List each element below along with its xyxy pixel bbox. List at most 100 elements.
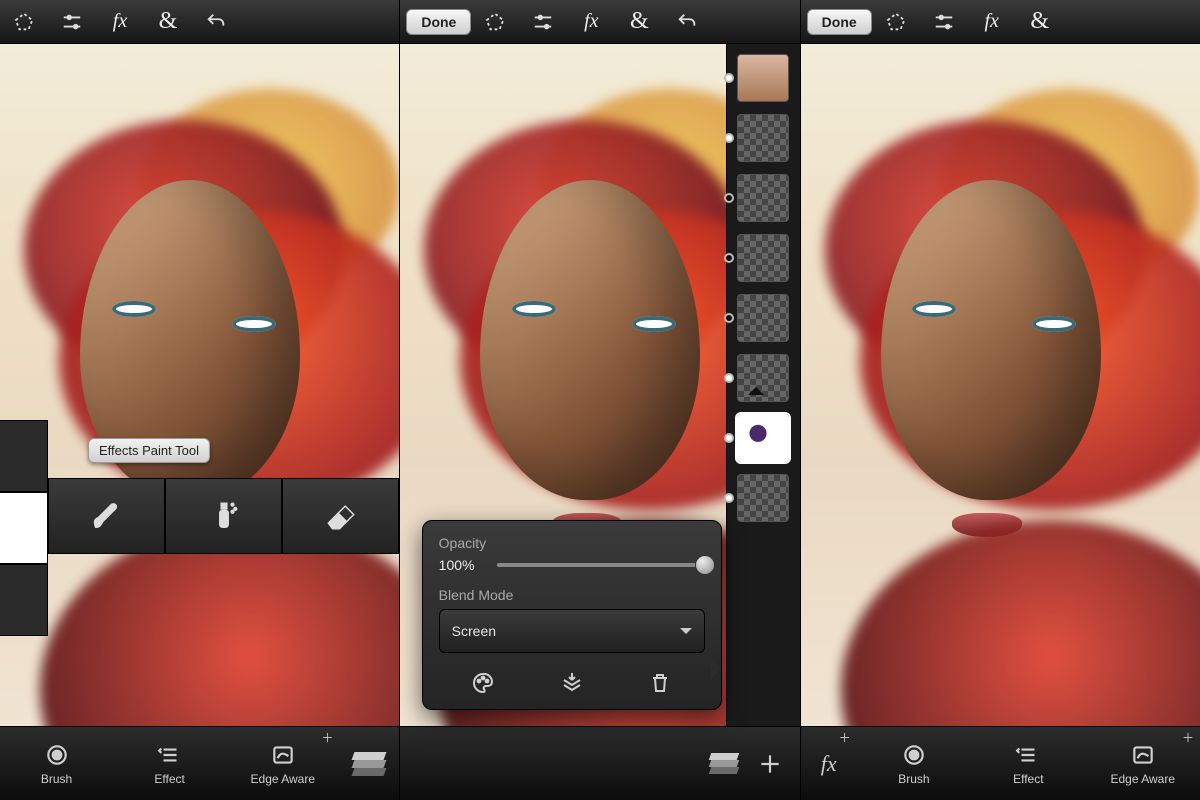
merge-down-icon	[560, 671, 584, 695]
app-screenshot-1: fx & Effects Paint Tool	[0, 0, 399, 800]
opacity-label: Opacity	[439, 535, 705, 551]
fx-label: fx	[821, 751, 837, 777]
bottom-toolbar: fx ＋ Brush Effect ＋ Edge Aware	[801, 726, 1200, 800]
selection-tool-button[interactable]	[872, 0, 920, 44]
top-toolbar: Done fx &	[400, 0, 799, 44]
eraser-icon	[324, 499, 358, 533]
side-tab-strip	[0, 420, 48, 636]
blend-mode-label: Blend Mode	[439, 587, 705, 603]
edge-aware-tab[interactable]: ＋ Edge Aware	[226, 727, 339, 800]
side-tab-3[interactable]	[0, 564, 48, 636]
brush-icon	[90, 499, 124, 533]
selection-icon	[484, 11, 506, 33]
plus-badge-icon: ＋	[839, 729, 851, 746]
trash-icon	[648, 671, 672, 695]
fx-button[interactable]: fx	[567, 0, 615, 44]
side-tab-2-active[interactable]	[0, 492, 48, 564]
blend-mode-select[interactable]: Screen	[439, 609, 705, 653]
undo-button[interactable]	[663, 0, 711, 44]
layers-icon	[710, 753, 738, 775]
done-button[interactable]: Done	[406, 9, 471, 35]
brush-tab[interactable]: Brush	[0, 727, 113, 800]
edge-aware-icon	[1130, 742, 1156, 768]
spray-icon	[207, 499, 241, 533]
brush-circle-icon	[901, 742, 927, 768]
layers-button[interactable]	[339, 727, 399, 800]
plus-badge-icon: ＋	[1182, 729, 1194, 746]
layer-thumb-4[interactable]	[737, 234, 789, 282]
bottom-toolbar: Brush Effect ＋ Edge Aware	[0, 726, 399, 800]
effect-list-icon	[157, 742, 183, 768]
fx-button[interactable]: fx	[96, 0, 144, 44]
layer-thumb-1[interactable]	[737, 54, 789, 102]
layer-visibility-dot[interactable]	[724, 373, 734, 383]
artwork-placeholder	[801, 44, 1200, 800]
layers-button-active[interactable]	[710, 750, 738, 778]
layer-thumb-7-selected[interactable]	[737, 414, 789, 462]
opacity-slider[interactable]	[497, 563, 705, 567]
side-tab-1[interactable]	[0, 420, 48, 492]
fx-button[interactable]: fx	[968, 0, 1016, 44]
selection-tool-button[interactable]	[471, 0, 519, 44]
merge-down-action[interactable]	[552, 667, 592, 699]
layer-thumb-6[interactable]	[737, 354, 789, 402]
layer-visibility-dot[interactable]	[724, 73, 734, 83]
adjust-button[interactable]	[920, 0, 968, 44]
canvas-area[interactable]	[801, 44, 1200, 800]
spray-tool-button[interactable]	[165, 478, 282, 554]
effect-tab-label: Effect	[1013, 772, 1043, 786]
layers-icon	[353, 752, 385, 776]
layer-visibility-dot[interactable]	[724, 493, 734, 503]
adjust-button[interactable]	[519, 0, 567, 44]
bottom-toolbar	[400, 726, 799, 800]
effect-tab[interactable]: Effect	[113, 727, 226, 800]
selection-icon	[13, 11, 35, 33]
canvas-area[interactable]	[0, 44, 399, 800]
add-layer-button[interactable]	[756, 750, 784, 778]
layer-visibility-dot[interactable]	[724, 133, 734, 143]
effect-tab[interactable]: Effect	[971, 727, 1085, 800]
edge-aware-tab-label: Edge Aware	[1111, 772, 1176, 786]
selection-tool-button[interactable]	[0, 0, 48, 44]
artwork-placeholder	[0, 44, 399, 800]
share-button[interactable]: &	[1016, 0, 1064, 44]
brush-tab[interactable]: Brush	[857, 727, 971, 800]
top-toolbar: fx &	[0, 0, 399, 44]
edge-aware-tab[interactable]: ＋ Edge Aware	[1086, 727, 1200, 800]
app-screenshot-3: Done fx &	[800, 0, 1200, 800]
layer-thumb-8[interactable]	[737, 474, 789, 522]
layer-thumb-5[interactable]	[737, 294, 789, 342]
brush-tool-button[interactable]	[48, 478, 165, 554]
layer-options-popover: Opacity 100% Blend Mode Screen	[422, 520, 722, 710]
adjust-button[interactable]	[48, 0, 96, 44]
popover-actions	[439, 667, 705, 699]
top-toolbar: Done fx &	[801, 0, 1200, 44]
layer-thumb-2[interactable]	[737, 114, 789, 162]
chevron-down-icon	[680, 628, 692, 640]
done-button[interactable]: Done	[807, 9, 872, 35]
eraser-tool-button[interactable]	[282, 478, 399, 554]
undo-button[interactable]	[192, 0, 240, 44]
blend-mode-value: Screen	[452, 623, 496, 639]
brush-tab-label: Brush	[898, 772, 929, 786]
layer-visibility-dot[interactable]	[724, 193, 734, 203]
palette-action[interactable]	[463, 667, 503, 699]
layer-visibility-dot[interactable]	[724, 253, 734, 263]
layer-visibility-dot[interactable]	[724, 313, 734, 323]
layer-thumb-3[interactable]	[737, 174, 789, 222]
delete-layer-action[interactable]	[640, 667, 680, 699]
layers-panel	[726, 44, 800, 726]
brush-circle-icon	[44, 742, 70, 768]
undo-icon	[205, 11, 227, 33]
opacity-value: 100%	[439, 557, 487, 573]
share-button[interactable]: &	[615, 0, 663, 44]
layer-visibility-dot[interactable]	[724, 433, 734, 443]
slider-knob[interactable]	[695, 555, 715, 575]
adjust-sliders-icon	[933, 11, 955, 33]
plus-badge-icon: ＋	[321, 729, 333, 746]
plus-icon	[757, 751, 783, 777]
fx-tab[interactable]: fx ＋	[801, 727, 857, 800]
paint-tool-row	[48, 478, 399, 554]
share-button[interactable]: &	[144, 0, 192, 44]
edge-aware-tab-label: Edge Aware	[251, 772, 316, 786]
